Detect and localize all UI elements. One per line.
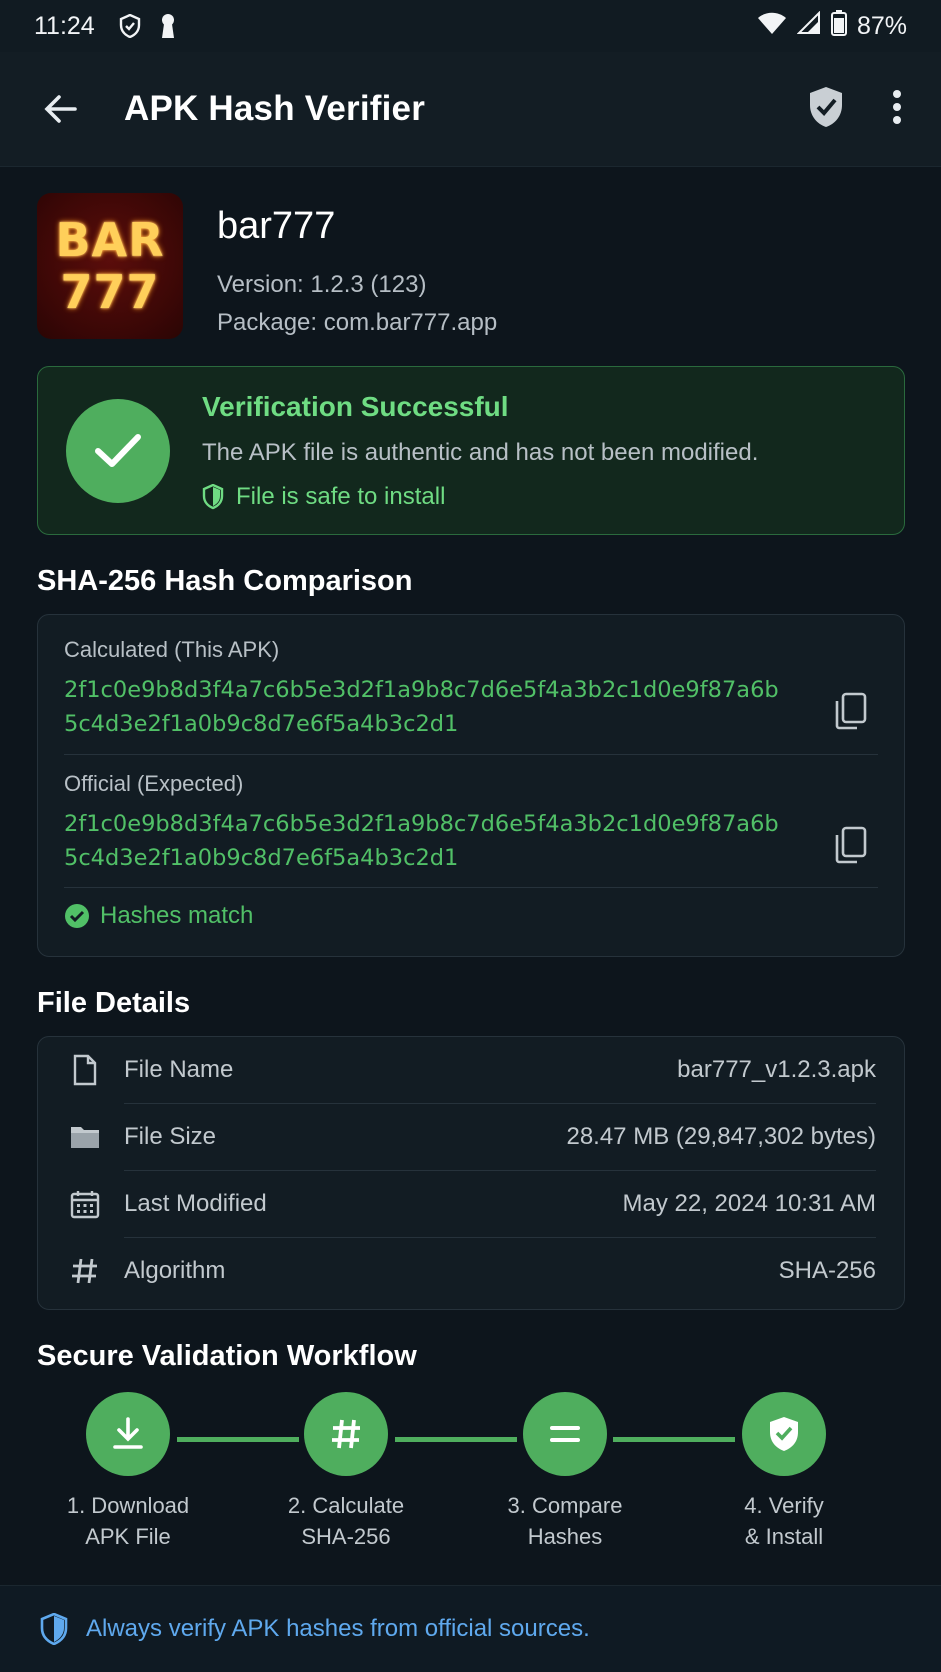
app-version: Version: 1.2.3 (123): [217, 271, 427, 298]
more-vert-icon: [893, 89, 901, 124]
workflow-step-label: 3. Compare Hashes: [507, 1493, 623, 1549]
wifi-icon: [757, 11, 787, 42]
signal-icon: [796, 10, 821, 42]
keyhole-status-icon: [159, 13, 177, 39]
footer-text: Always verify APK hashes from official s…: [86, 1615, 590, 1642]
calculated-hash-label: Calculated (This APK): [64, 637, 280, 662]
detail-row-last-modified: Last Modified May 22, 2024 10:31 AM: [38, 1171, 906, 1237]
arrow-left-icon: [44, 95, 77, 123]
detail-label: File Name: [124, 1056, 234, 1083]
verification-description: The APK file is authentic and has not be…: [202, 438, 759, 466]
workflow-step-verify: 4. Verify & Install: [694, 1392, 874, 1552]
detail-row-file-size: File Size 28.47 MB (29,847,302 bytes): [38, 1104, 906, 1170]
hash-icon: [63, 1257, 107, 1285]
workflow-step-label: 4. Verify & Install: [744, 1493, 824, 1549]
detail-value: bar777_v1.2.3.apk: [677, 1056, 876, 1083]
success-badge: [66, 398, 170, 503]
calculated-hash-value: 2f1c0e9b8d3f4a7c6b5e3d2f1a9b8c7d6e5f4a3b…: [64, 677, 779, 737]
status-time: 11:24: [34, 11, 95, 40]
workflow-step-label: 1. Download APK File: [66, 1493, 190, 1549]
workflow-step-download: 1. Download APK File: [38, 1392, 218, 1552]
detail-label: Last Modified: [124, 1190, 267, 1217]
copy-icon: [835, 692, 867, 730]
copy-calculated-hash-button[interactable]: [828, 689, 872, 733]
copy-icon: [835, 826, 867, 864]
hash-icon: [304, 1392, 388, 1476]
app-bar: APK Hash Verifier: [0, 52, 941, 167]
calendar-icon: [63, 1189, 107, 1219]
app-header: BAR 777 bar777 Version: 1.2.3 (123) Pack…: [37, 193, 905, 339]
detail-value: SHA-256: [778, 1257, 876, 1284]
verification-card: Verification Successful The APK file is …: [37, 366, 905, 535]
logo-line-2: 777: [60, 265, 160, 319]
app-logo: BAR 777: [37, 193, 183, 339]
file-details-card: File Name bar777_v1.2.3.apk File Size 28…: [37, 1036, 905, 1310]
more-options-button[interactable]: [891, 89, 903, 129]
shield-info-icon: [40, 1613, 68, 1645]
official-hash-block: Official (Expected) 2f1c0e9b8d3f4a7c6b5e…: [64, 771, 884, 875]
safe-status-label: File is safe to install: [236, 482, 446, 510]
shield-check-button[interactable]: [807, 85, 845, 134]
workflow-step-compare: 3. Compare Hashes: [475, 1392, 655, 1552]
equals-icon: [523, 1392, 607, 1476]
shield-status-icon: [119, 14, 141, 38]
file-icon: [63, 1054, 107, 1086]
workflow-step-calculate: 2. Calculate SHA-256: [256, 1392, 436, 1552]
battery-percent: 87%: [856, 11, 907, 40]
status-bar: 11:24 87%: [0, 0, 941, 52]
workflow-section-title: Secure Validation Workflow: [37, 1340, 417, 1372]
detail-label: File Size: [124, 1123, 217, 1150]
checkmark-icon: [95, 433, 141, 467]
detail-value: 28.47 MB (29,847,302 bytes): [566, 1123, 876, 1150]
page-title: APK Hash Verifier: [124, 89, 426, 128]
details-section-title: File Details: [37, 987, 191, 1019]
hash-match-label: Hashes match: [100, 902, 254, 929]
official-hash-value: 2f1c0e9b8d3f4a7c6b5e3d2f1a9b8c7d6e5f4a3b…: [64, 811, 779, 871]
shield-check-icon: [742, 1392, 826, 1476]
folder-icon: [63, 1124, 107, 1150]
footer-info-bar: Always verify APK hashes from official s…: [0, 1585, 941, 1672]
back-button[interactable]: [38, 87, 82, 131]
safe-status: File is safe to install: [202, 483, 758, 511]
app-package: Package: com.bar777.app: [217, 309, 498, 336]
workflow-steps: 1. Download APK File 2. Calculate SHA-25…: [37, 1392, 905, 1562]
app-name: bar777: [217, 205, 336, 247]
hash-comparison-card: Calculated (This APK) 2f1c0e9b8d3f4a7c6b…: [37, 614, 905, 957]
download-icon: [86, 1392, 170, 1476]
workflow-step-label: 2. Calculate SHA-256: [287, 1493, 405, 1549]
official-hash-label: Official (Expected): [64, 771, 244, 796]
hash-section-title: SHA-256 Hash Comparison: [37, 565, 413, 597]
shield-check-icon: [810, 86, 842, 127]
detail-value: May 22, 2024 10:31 AM: [622, 1190, 877, 1217]
detail-label: Algorithm: [124, 1257, 226, 1284]
hash-match-status: Hashes match: [64, 902, 253, 930]
hash-divider: [64, 887, 878, 888]
calculated-hash-block: Calculated (This APK) 2f1c0e9b8d3f4a7c6b…: [64, 637, 884, 741]
logo-line-1: BAR: [55, 213, 165, 267]
shield-icon: [202, 483, 224, 509]
detail-row-algorithm: Algorithm SHA-256: [38, 1238, 906, 1304]
copy-official-hash-button[interactable]: [828, 823, 872, 867]
verification-title: Verification Successful: [202, 390, 509, 422]
hash-divider: [64, 754, 878, 755]
check-circle-icon: [65, 904, 89, 928]
battery-icon: [830, 9, 847, 43]
detail-row-file-name: File Name bar777_v1.2.3.apk: [38, 1037, 906, 1103]
